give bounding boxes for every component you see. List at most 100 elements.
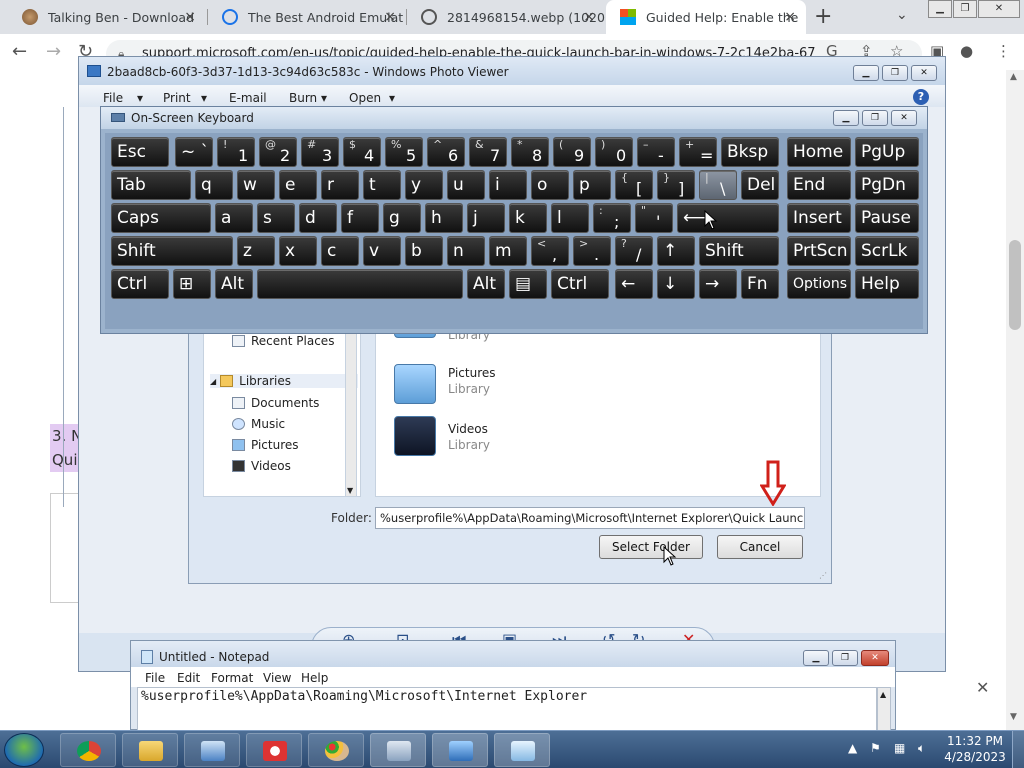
key-bracket-open[interactable]: {[ <box>615 170 653 200</box>
key-p[interactable]: p <box>573 170 611 200</box>
key-u[interactable]: u <box>447 170 485 200</box>
key-g[interactable]: g <box>383 203 421 233</box>
tab-search-chevron-icon[interactable]: ⌄ <box>896 7 908 23</box>
key-options[interactable]: Options <box>787 269 851 299</box>
tab-talking-ben[interactable]: Talking Ben - Download × <box>8 0 206 34</box>
help-icon[interactable]: ? <box>913 89 929 105</box>
close-window-button[interactable]: ✕ <box>911 65 937 81</box>
key-enter[interactable]: ⟵ <box>677 203 779 233</box>
key-down[interactable]: ↓ <box>657 269 695 299</box>
key-fn[interactable]: Fn <box>741 269 779 299</box>
key-semicolon[interactable]: :; <box>593 203 631 233</box>
cancel-button[interactable]: Cancel <box>717 535 803 559</box>
key-5[interactable]: % 5 <box>385 137 423 167</box>
resize-grip-icon[interactable]: ⋰ <box>819 571 827 580</box>
key-b[interactable]: b <box>405 236 443 266</box>
expand-arrow-icon[interactable]: ◢ <box>210 377 216 386</box>
library-name[interactable]: Pictures <box>448 366 496 380</box>
tab-webp-image[interactable]: 2814968154.webp (1020 × <box>407 0 605 34</box>
minimize-button[interactable]: ▁ <box>928 0 952 18</box>
key-v[interactable]: v <box>363 236 401 266</box>
action-center-icon[interactable]: ⚑ <box>870 741 881 755</box>
key-7[interactable]: & 7 <box>469 137 507 167</box>
tree-item-documents[interactable]: Documents <box>232 396 319 410</box>
notepad-titlebar[interactable]: Untitled - Notepad <box>131 641 895 667</box>
profile-avatar-icon[interactable]: ● <box>960 42 973 60</box>
key-t[interactable]: t <box>363 170 401 200</box>
menu-burn[interactable]: Burn <box>289 91 317 105</box>
tree-item-videos[interactable]: Videos <box>232 459 291 473</box>
taskbar-on-screen-keyboard[interactable] <box>370 733 426 767</box>
close-window-button[interactable]: ✕ <box>891 110 917 126</box>
key-ctrl-left[interactable]: Ctrl <box>111 269 169 299</box>
taskbar-notepad[interactable] <box>494 733 550 767</box>
taskbar-clock[interactable]: 11:32 PM 4/28/2023 <box>944 733 1006 765</box>
menu-format[interactable]: Format <box>211 671 253 685</box>
key-period[interactable]: >. <box>573 236 611 266</box>
maximize-button[interactable]: ❐ <box>862 110 888 126</box>
tree-item-recent-places[interactable]: Recent Places <box>232 334 334 348</box>
minimize-button[interactable]: ▁ <box>803 650 829 666</box>
library-name[interactable]: Videos <box>448 422 488 436</box>
key-c[interactable]: c <box>321 236 359 266</box>
menu-help[interactable]: Help <box>301 671 328 685</box>
menu-file[interactable]: File <box>103 91 123 105</box>
scroll-thumb[interactable] <box>1009 240 1021 330</box>
key-1[interactable]: ! 1 <box>217 137 255 167</box>
start-button[interactable] <box>4 733 44 767</box>
minimize-button[interactable]: ▁ <box>833 110 859 126</box>
key-8[interactable]: * 8 <box>511 137 549 167</box>
key-z[interactable]: z <box>237 236 275 266</box>
tree-item-libraries[interactable]: ◢ Libraries <box>210 374 358 388</box>
key-pause[interactable]: Pause <box>855 203 919 233</box>
key-slash[interactable]: ? / <box>615 236 653 266</box>
key-alt-right[interactable]: Alt <box>467 269 505 299</box>
tree-item-music[interactable]: Music <box>232 417 285 431</box>
key-home[interactable]: Home <box>787 137 851 167</box>
key-shift-right[interactable]: Shift <box>699 236 779 266</box>
key-s[interactable]: s <box>257 203 295 233</box>
key-ctrl-right[interactable]: Ctrl <box>551 269 609 299</box>
key-x[interactable]: x <box>279 236 317 266</box>
key-esc[interactable]: Esc <box>111 137 169 167</box>
taskbar-snipping-tool[interactable] <box>246 733 302 767</box>
key-9[interactable]: (9 <box>553 137 591 167</box>
key-d[interactable]: d <box>299 203 337 233</box>
pictures-library-icon[interactable] <box>394 364 436 404</box>
close-icon[interactable]: × <box>384 9 396 25</box>
scroll-up-icon[interactable]: ▲ <box>880 690 886 699</box>
folder-path-input[interactable]: %userprofile%\AppData\Roaming\Microsoft\… <box>375 507 805 529</box>
tree-item-pictures[interactable]: Pictures <box>232 438 299 452</box>
menu-print[interactable]: Print <box>163 91 191 105</box>
key-i[interactable]: i <box>489 170 527 200</box>
key-q[interactable]: q <box>195 170 233 200</box>
taskbar-chrome[interactable] <box>60 733 116 767</box>
maximize-button[interactable]: ❐ <box>882 65 908 81</box>
close-window-button[interactable]: ✕ <box>978 0 1020 18</box>
scroll-down-icon[interactable]: ▼ <box>347 486 353 495</box>
key-pgdn[interactable]: PgDn <box>855 170 919 200</box>
key-o[interactable]: o <box>531 170 569 200</box>
close-icon[interactable]: × <box>784 9 796 25</box>
key-r[interactable]: r <box>321 170 359 200</box>
key-help[interactable]: Help <box>855 269 919 299</box>
key-m[interactable]: m <box>489 236 527 266</box>
maximize-button[interactable]: ❐ <box>953 0 977 18</box>
key-comma[interactable]: <, <box>531 236 569 266</box>
volume-icon[interactable]: 🔈︎ <box>918 741 925 756</box>
key-4[interactable]: $4 <box>343 137 381 167</box>
key-bracket-close[interactable]: }] <box>657 170 695 200</box>
notepad-text-area[interactable]: %userprofile%\AppData\Roaming\Microsoft\… <box>137 687 877 731</box>
menu-dots-icon[interactable]: ⋮ <box>996 42 1011 60</box>
key-pgup[interactable]: PgUp <box>855 137 919 167</box>
taskbar-photo-viewer[interactable] <box>432 733 488 767</box>
close-icon[interactable]: × <box>583 9 595 25</box>
close-window-button[interactable]: ✕ <box>861 650 889 666</box>
close-icon[interactable]: ✕ <box>976 678 989 697</box>
taskbar-control-panel[interactable] <box>184 733 240 767</box>
maximize-button[interactable]: ❐ <box>832 650 858 666</box>
page-scrollbar[interactable]: ▲ ▼ <box>1006 70 1024 730</box>
tray-expand-icon[interactable]: ▲ <box>848 741 857 755</box>
back-arrow-icon[interactable]: ← <box>12 41 27 62</box>
key-quote[interactable]: " ' <box>635 203 673 233</box>
